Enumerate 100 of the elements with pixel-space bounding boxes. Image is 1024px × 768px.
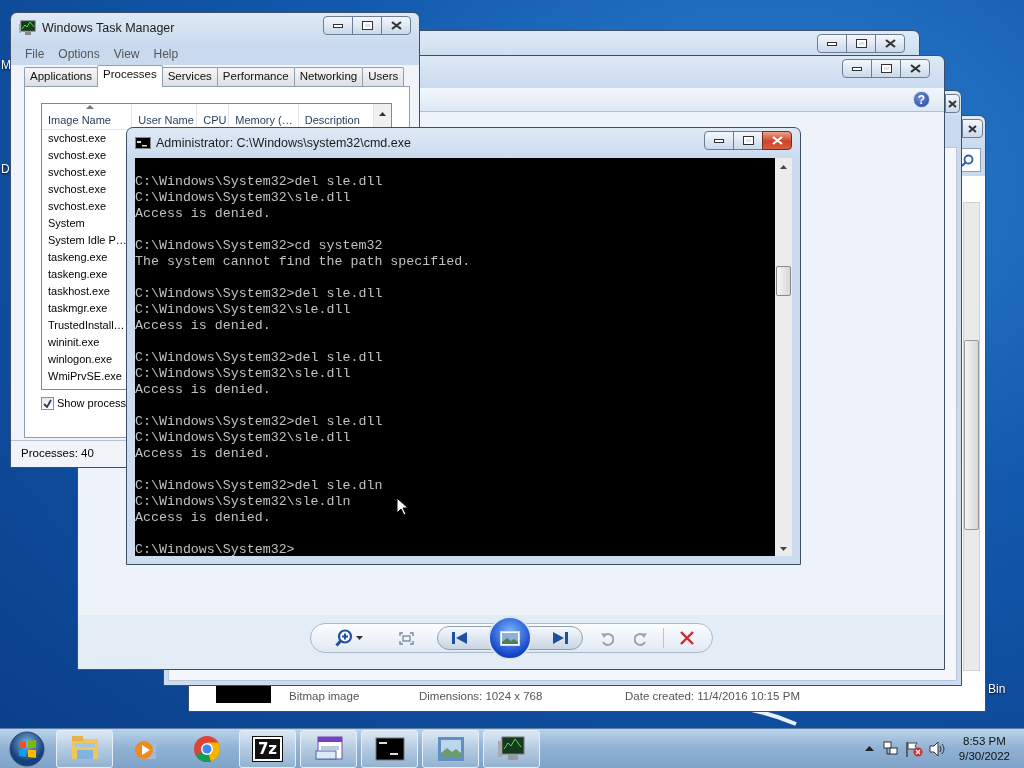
- minimize-icon: [827, 41, 837, 46]
- help-button[interactable]: ?: [913, 91, 930, 108]
- close-button[interactable]: [875, 34, 905, 53]
- tab[interactable]: Processes: [97, 65, 163, 87]
- minimize-button[interactable]: [817, 34, 847, 53]
- clock[interactable]: 8:53 PM 9/30/2022: [958, 733, 1010, 764]
- maximize-button[interactable]: [846, 34, 876, 53]
- process-name-cell[interactable]: taskeng.exe: [42, 266, 108, 283]
- close-icon: [390, 21, 402, 30]
- console-line: Access is denied.: [135, 510, 271, 526]
- console-line: C:\Windows\System32>del sle.dll: [135, 350, 383, 366]
- down-arrow-icon: [780, 547, 787, 551]
- fit-icon: [399, 631, 415, 645]
- process-name-cell[interactable]: wininit.exe: [42, 334, 100, 351]
- menu-item[interactable]: Help: [153, 45, 179, 63]
- maximize-icon: [742, 136, 754, 145]
- process-name-cell[interactable]: taskhost.exe: [42, 283, 110, 300]
- up-arrow-icon: [379, 112, 387, 116]
- tab[interactable]: Services: [161, 67, 218, 86]
- desktop-icon-label[interactable]: D: [1, 162, 10, 176]
- menu-item[interactable]: Options: [58, 45, 100, 63]
- close-button[interactable]: [945, 94, 960, 113]
- console-line: C:\Windows\System32\sle.dll: [135, 366, 351, 382]
- console-line: C:\Windows\System32>: [135, 542, 295, 556]
- process-name-cell[interactable]: svchost.exe: [42, 130, 107, 147]
- console-line: C:\Windows\System32>del sle.dln: [135, 478, 383, 494]
- scroll-up-button[interactable]: [374, 104, 391, 129]
- checkbox[interactable]: [41, 396, 54, 410]
- process-name-cell[interactable]: svchost.exe: [42, 198, 107, 215]
- console-line: C:\Windows\System32\sle.dln: [135, 494, 351, 510]
- taskbar-button[interactable]: 7z: [239, 729, 296, 768]
- process-name-cell[interactable]: taskmgr.exe: [42, 300, 108, 317]
- slideshow-icon: [500, 630, 521, 646]
- up-arrow-icon: [780, 165, 787, 169]
- zoom-icon: [335, 629, 354, 647]
- speaker-icon[interactable]: [928, 740, 947, 757]
- minimize-button[interactable]: [704, 131, 734, 150]
- menu-item[interactable]: View: [113, 45, 140, 63]
- console-line: C:\Windows\System32\sle.dll: [135, 302, 351, 318]
- delete-icon: [679, 631, 694, 645]
- process-name-cell[interactable]: System: [42, 215, 85, 232]
- console-line: C:\Windows\System32>del sle.dll: [135, 414, 383, 430]
- process-name-cell[interactable]: System Idle P…: [42, 232, 127, 249]
- minimize-icon: [852, 66, 862, 71]
- close-icon: [771, 136, 783, 145]
- monitor-icon: [19, 20, 37, 36]
- process-name-cell[interactable]: svchost.exe: [42, 164, 107, 181]
- process-name-cell[interactable]: TrustedInstall…: [42, 317, 125, 334]
- date-text: 9/30/2022: [958, 748, 1010, 764]
- network-icon[interactable]: [882, 740, 899, 757]
- desktop-icon-label[interactable]: M: [1, 58, 11, 72]
- taskbar-button[interactable]: [300, 729, 357, 768]
- console-line: C:\Windows\System32>del sle.dll: [135, 174, 383, 190]
- tab[interactable]: Performance: [216, 67, 295, 86]
- caret-icon: [356, 636, 364, 640]
- close-button[interactable]: [900, 59, 930, 78]
- file-detail-text: Dimensions: 1024 x 768: [419, 689, 544, 703]
- console-line: C:\Windows\System32\sle.dll: [135, 190, 351, 206]
- scrollbar[interactable]: [775, 158, 792, 556]
- time-text: 8:53 PM: [963, 733, 1006, 749]
- mouse-pointer-icon: [396, 497, 408, 516]
- close-button[interactable]: [962, 119, 983, 138]
- flag-icon[interactable]: [904, 740, 923, 757]
- process-name-cell[interactable]: svchost.exe: [42, 181, 107, 198]
- maximize-button[interactable]: [352, 16, 382, 35]
- file-detail-text: Bitmap image: [289, 689, 361, 703]
- scroll-thumb[interactable]: [964, 340, 979, 530]
- maximize-button[interactable]: [871, 59, 901, 78]
- process-name-cell[interactable]: WmiPrvSE.exe: [42, 368, 122, 385]
- scrollbar[interactable]: [963, 202, 980, 671]
- start-button[interactable]: [6, 729, 48, 768]
- desktop-icon-label[interactable]: Bin: [988, 682, 1006, 696]
- tab[interactable]: Applications: [24, 67, 98, 86]
- status-text: Processes: 40: [21, 446, 94, 462]
- taskbar-button[interactable]: [361, 729, 418, 768]
- process-name-cell[interactable]: taskeng.exe: [42, 249, 108, 266]
- menu-item[interactable]: File: [25, 45, 45, 63]
- maximize-icon: [880, 64, 892, 73]
- slideshow-button[interactable]: [488, 616, 533, 660]
- console-line: Access is denied.: [135, 318, 271, 334]
- console-line: C:\Windows\System32>del sle.dll: [135, 286, 383, 302]
- up-arrow-icon: [865, 746, 875, 751]
- close-icon: [909, 64, 921, 73]
- scroll-thumb[interactable]: [776, 266, 791, 296]
- window-title: Windows Task Manager: [42, 19, 175, 37]
- previous-icon: [452, 632, 468, 644]
- maximize-button[interactable]: [733, 131, 763, 150]
- process-name-cell[interactable]: svchost.exe: [42, 147, 107, 164]
- tab[interactable]: Users: [362, 67, 405, 86]
- close-button[interactable]: [381, 16, 411, 35]
- window-title: Administrator: C:\Windows\system32\cmd.exe: [156, 134, 411, 152]
- minimize-button[interactable]: [842, 59, 872, 78]
- close-icon: [948, 99, 957, 108]
- rotate-left-icon: [600, 630, 615, 646]
- maximize-icon: [361, 21, 373, 30]
- minimize-button[interactable]: [323, 16, 353, 35]
- close-button[interactable]: [762, 131, 792, 150]
- tab[interactable]: Networking: [293, 67, 364, 86]
- taskbar-button[interactable]: [483, 729, 540, 768]
- process-name-cell[interactable]: winlogon.exe: [42, 351, 113, 368]
